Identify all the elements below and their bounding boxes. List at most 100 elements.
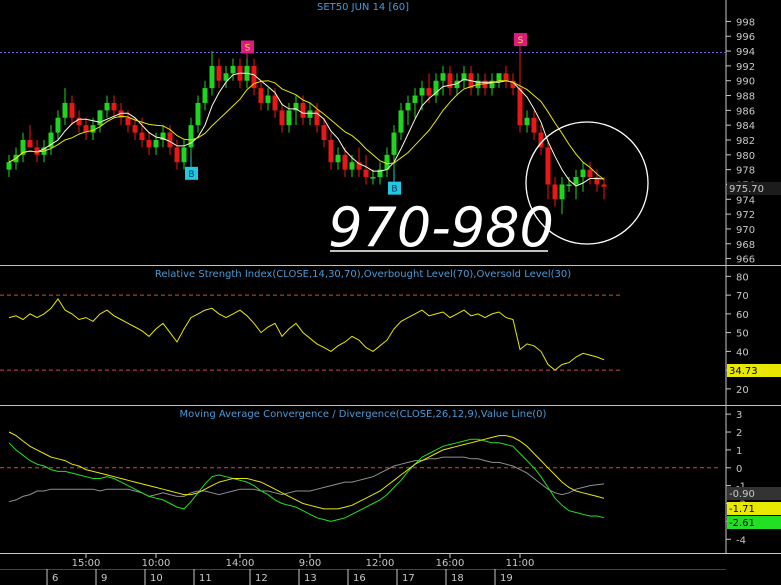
price-tick-label: 994: [736, 47, 755, 58]
chart-title: SET50 JUN 14 [60]: [317, 2, 409, 13]
rsi-tick-label: 70: [736, 291, 749, 302]
time-tick-label: 10:00: [142, 558, 171, 569]
candle-body: [573, 177, 579, 185]
chart-background: [0, 0, 781, 585]
candle-body: [440, 73, 446, 81]
candle-body: [69, 102, 75, 118]
price-last-value: 975.70: [729, 184, 764, 195]
price-tick-label: 974: [736, 195, 755, 206]
candle-body: [6, 162, 12, 170]
date-tick-label: 16: [353, 573, 366, 584]
macd-tick-label: 1: [736, 446, 742, 457]
stock-chart: 9669689709729749769789809829849869889909…: [0, 0, 781, 585]
candle-body: [335, 154, 341, 163]
candle-body: [412, 95, 418, 103]
candle-body: [279, 110, 285, 126]
candle-body: [587, 169, 593, 178]
time-tick-label: 12:00: [366, 558, 395, 569]
macd-histogram-last: -0.90: [729, 489, 755, 500]
candle-body: [27, 140, 33, 148]
candle-body: [104, 102, 110, 111]
rsi-tick-label: 20: [736, 385, 749, 396]
date-tick-label: 19: [500, 573, 513, 584]
price-tick-label: 970: [736, 225, 755, 236]
candle-body: [342, 154, 348, 170]
candle-body: [419, 88, 425, 96]
candle-body: [559, 184, 565, 200]
candle-body: [405, 102, 411, 111]
candle-body: [503, 73, 509, 81]
macd-line-last: -2.61: [729, 518, 755, 529]
macd-signal-last: -1.71: [729, 504, 755, 515]
candle-body: [146, 140, 152, 148]
candle-body: [307, 110, 313, 118]
candle-body: [167, 132, 173, 148]
candle-body: [97, 110, 103, 126]
price-tick-label: 978: [736, 166, 755, 177]
price-tick-label: 986: [736, 106, 755, 117]
price-tick-label: 982: [736, 136, 755, 147]
rsi-last-value-badge: 34.73: [727, 364, 781, 377]
candle-body: [181, 147, 187, 163]
candle-body: [258, 88, 264, 103]
price-tick-label: 998: [736, 17, 755, 28]
candle-body: [272, 95, 278, 111]
rsi-tick-label: 40: [736, 347, 749, 358]
time-tick-label: 14:00: [226, 558, 255, 569]
candle-body: [524, 117, 530, 126]
candle-body: [370, 177, 376, 179]
macd-signal-last-badge: -1.71: [727, 502, 781, 515]
date-tick-label: 12: [255, 573, 268, 584]
candle-body: [566, 184, 572, 186]
date-tick-label: 13: [304, 573, 317, 584]
price-tick-label: 990: [736, 77, 755, 88]
price-tick-label: 996: [736, 32, 755, 43]
candle-body: [328, 140, 334, 163]
time-tick-label: 16:00: [436, 558, 465, 569]
price-tick-label: 980: [736, 151, 755, 162]
candle-body: [300, 102, 306, 118]
candle-body: [139, 132, 145, 140]
candle-body: [398, 110, 404, 133]
date-tick-label: 11: [199, 573, 212, 584]
date-tick-label: 9: [101, 573, 107, 584]
candle-body: [496, 73, 502, 81]
candle-body: [62, 102, 68, 118]
candle-body: [125, 117, 131, 126]
price-tick-label: 966: [736, 255, 755, 266]
macd-tick-label: 2: [736, 428, 742, 439]
date-tick-label: 17: [402, 573, 415, 584]
candle-body: [531, 117, 537, 133]
candle-body: [216, 65, 222, 81]
macd-panel-label: Moving Average Convergence / Divergence(…: [180, 409, 547, 420]
candle-body: [545, 147, 551, 185]
macd-tick-label: 0: [736, 464, 742, 475]
candle-body: [286, 110, 292, 126]
signal-label: S: [518, 36, 524, 46]
candle-body: [314, 110, 320, 126]
candle-body: [55, 117, 61, 133]
rsi-tick-label: 60: [736, 310, 749, 321]
rsi-panel-label: Relative Strength Index(CLOSE,14,30,70),…: [155, 269, 571, 280]
price-tick-label: 988: [736, 92, 755, 103]
date-tick-label: 6: [52, 573, 58, 584]
candle-body: [209, 65, 215, 89]
macd-line-last-badge: -2.61: [727, 516, 781, 529]
candle-body: [153, 140, 159, 148]
date-tick-label: 10: [150, 573, 163, 584]
macd-tick-label: -4: [736, 535, 746, 546]
macd-histogram-last-badge: -0.90: [727, 487, 781, 500]
candle-body: [90, 125, 96, 133]
time-tick-label: 15:00: [72, 558, 101, 569]
rsi-last-value: 34.73: [729, 366, 758, 377]
signal-label: B: [391, 185, 397, 195]
candle-body: [601, 184, 607, 187]
candle-body: [433, 80, 439, 96]
candle-body: [111, 102, 117, 111]
price-tick-label: 992: [736, 62, 755, 73]
candle-body: [132, 125, 138, 133]
candle-body: [223, 73, 229, 81]
candle-body: [195, 102, 201, 126]
signal-label: B: [188, 170, 194, 180]
candle-body: [426, 88, 432, 96]
